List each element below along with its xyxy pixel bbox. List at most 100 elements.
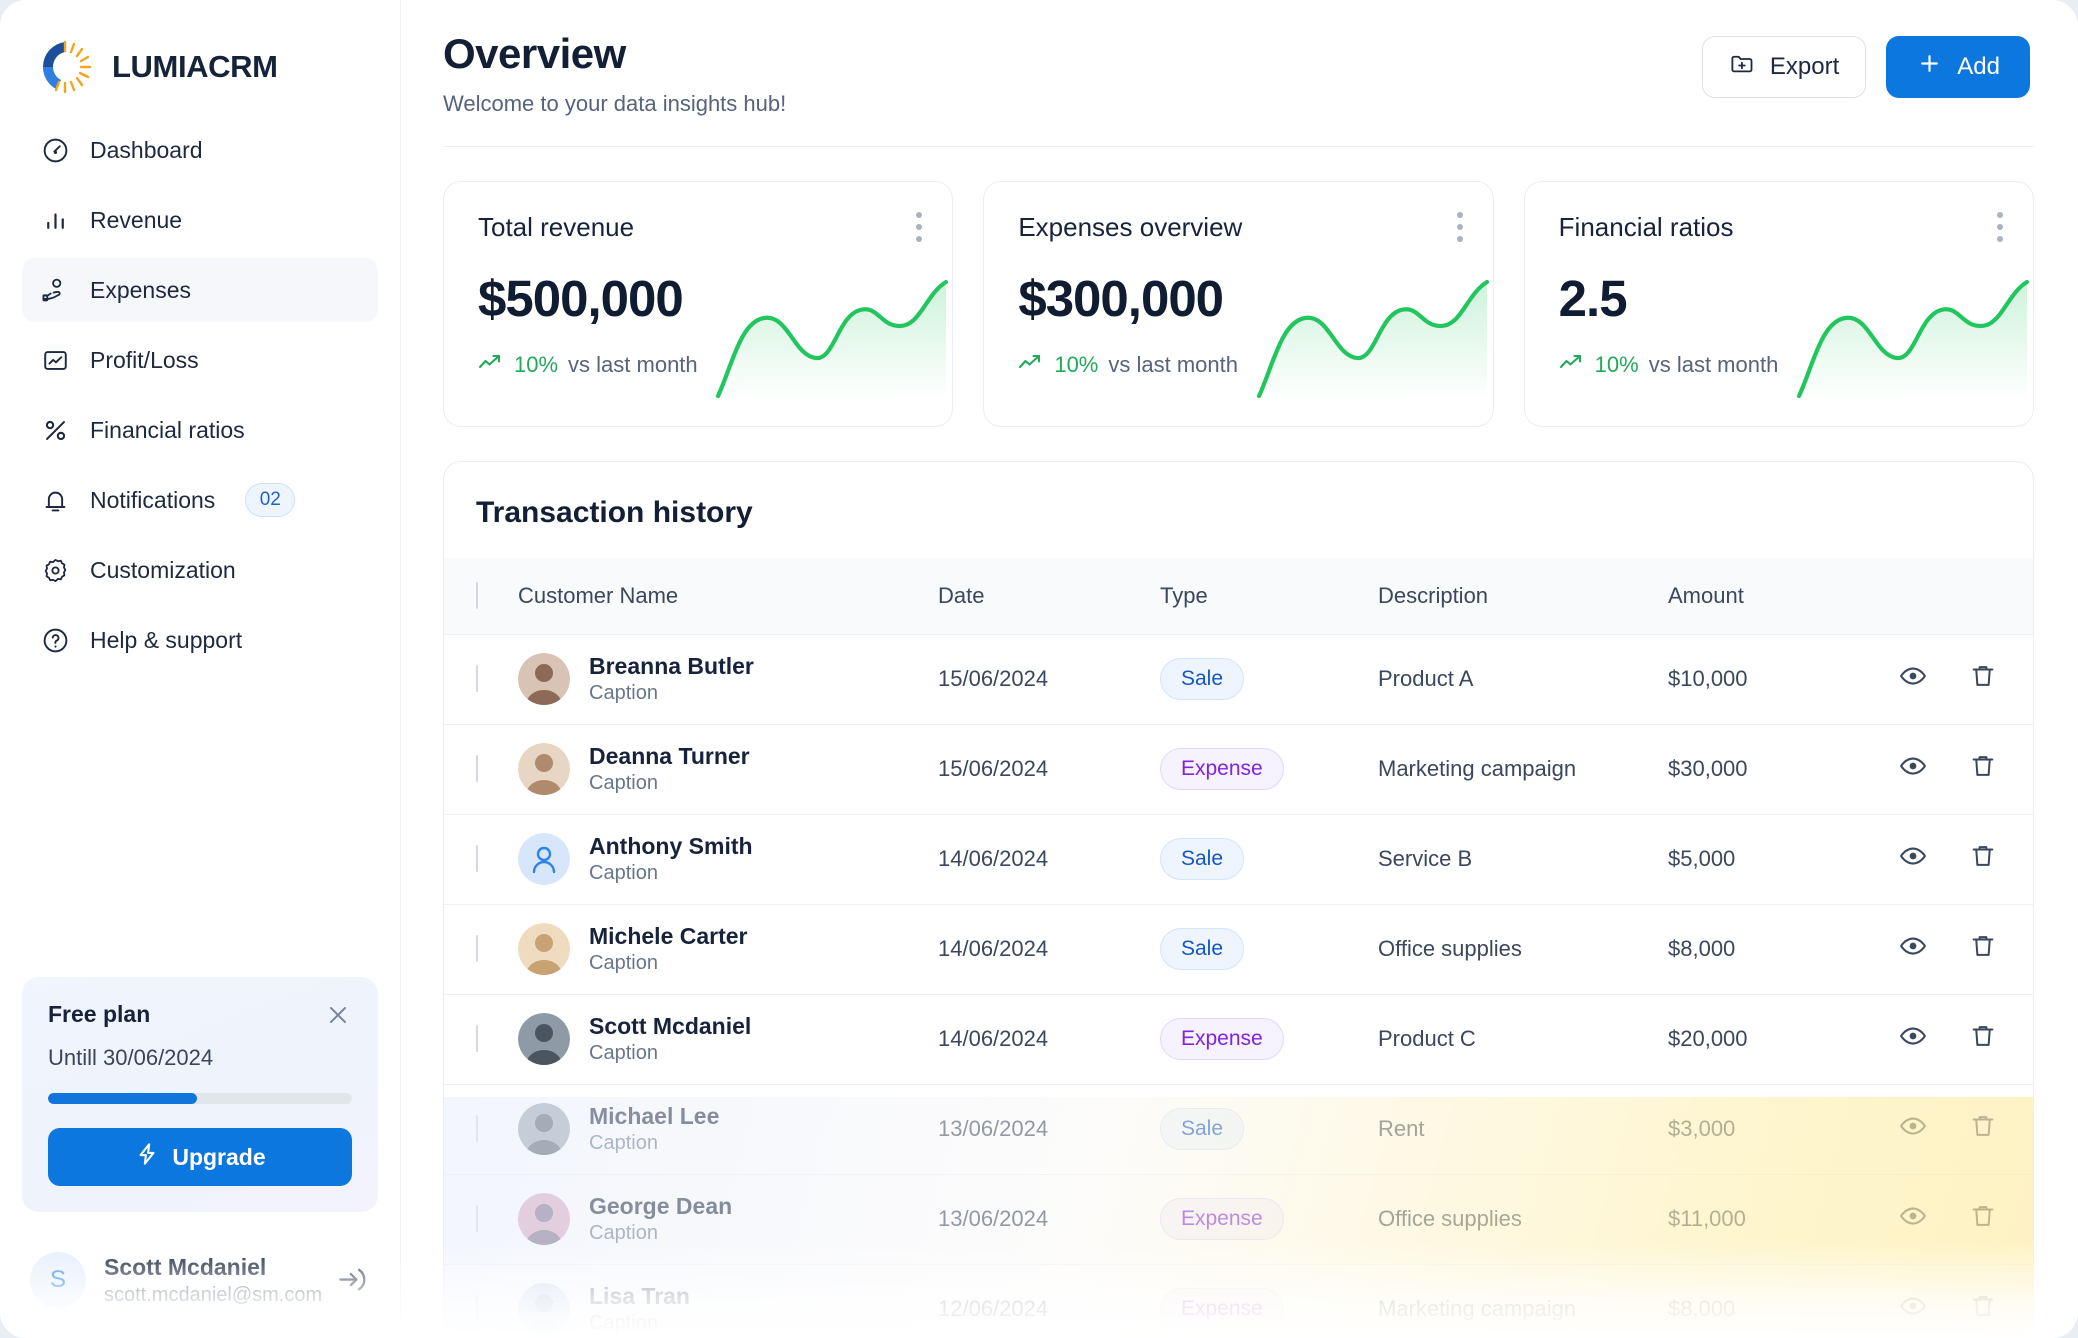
- table-row[interactable]: Michael Lee Caption 13/06/2024 Sale Rent $3,0…: [444, 1084, 2033, 1174]
- customer-cell: Breanna Butler Caption: [518, 634, 938, 724]
- date-cell: 15/06/2024: [938, 756, 1049, 781]
- trash-icon[interactable]: [1968, 751, 1998, 787]
- sidebar-item-customization[interactable]: Customization: [22, 538, 378, 602]
- sidebar-item-dashboard[interactable]: Dashboard: [22, 118, 378, 182]
- eye-icon[interactable]: [1898, 751, 1928, 787]
- stat-card-title: Total revenue: [478, 212, 635, 242]
- row-select-cell: [444, 1264, 518, 1337]
- eye-icon[interactable]: [1898, 841, 1928, 877]
- user-profile[interactable]: S Scott Mcdaniel scott.mcdaniel@sm.com: [22, 1238, 378, 1338]
- actions-cell: [1898, 724, 2033, 814]
- trash-icon[interactable]: [1968, 841, 1998, 877]
- customer-name: Michael Lee: [589, 1103, 720, 1129]
- table-row[interactable]: Lisa Tran Caption 12/06/2024 Expense Marketi…: [444, 1264, 2033, 1337]
- row-select-cell: [444, 724, 518, 814]
- row-checkbox[interactable]: [476, 755, 478, 782]
- table-row[interactable]: George Dean Caption 13/06/2024 Expense Offic…: [444, 1174, 2033, 1264]
- eye-icon[interactable]: [1898, 1291, 1928, 1327]
- stat-card-title: Financial ratios: [1558, 212, 1734, 242]
- stat-card-delta-text: vs last month: [1108, 352, 1238, 377]
- header-actions: Export Add: [1701, 30, 2030, 98]
- sidebar-item-notifications[interactable]: Notifications 02: [22, 468, 378, 532]
- add-label: Add: [1957, 53, 2000, 80]
- sidebar-item-financial-ratios[interactable]: Financial ratios: [22, 398, 378, 462]
- eye-icon[interactable]: [1898, 1111, 1928, 1147]
- date-cell: 14/06/2024: [938, 846, 1049, 871]
- eye-icon[interactable]: [1898, 931, 1928, 967]
- plan-header: Free plan: [48, 1001, 352, 1029]
- select-all-checkbox[interactable]: [476, 581, 478, 609]
- date-cell: 12/06/2024: [938, 1296, 1049, 1322]
- folder-plus-icon: [1729, 50, 1756, 84]
- plan-progress-bar: [48, 1093, 352, 1104]
- plan-title: Free plan: [48, 1001, 151, 1027]
- gear-icon: [40, 555, 70, 585]
- trash-icon[interactable]: [1968, 661, 1998, 697]
- stat-card-delta-value: 10%: [1054, 352, 1099, 377]
- percent-icon: [40, 415, 70, 445]
- avatar: [518, 1013, 570, 1065]
- logout-arrow-icon[interactable]: [335, 1263, 368, 1297]
- panel-title: Transaction history: [476, 496, 753, 529]
- status-badge: Expense: [1160, 1018, 1284, 1060]
- customer-name: Lisa Tran: [589, 1283, 690, 1310]
- sidebar-item-label: Customization: [90, 556, 236, 583]
- customer-name: Scott Mcdaniel: [589, 1013, 752, 1039]
- stat-card-title: Expenses overview: [1018, 212, 1243, 242]
- row-checkbox[interactable]: [476, 1115, 478, 1142]
- actions-cell: [1898, 1264, 2033, 1337]
- stat-cards: Total revenue $500,000 10% vs last month: [401, 147, 2078, 427]
- customer-caption: Caption: [589, 772, 658, 794]
- status-badge: Sale: [1160, 1108, 1245, 1150]
- customer-name: Breanna Butler: [589, 653, 754, 679]
- trash-icon[interactable]: [1968, 1111, 1998, 1147]
- column-header-date[interactable]: Date: [938, 558, 1160, 634]
- row-checkbox[interactable]: [476, 845, 478, 872]
- sidebar-item-profit-loss[interactable]: Profit/Loss: [22, 328, 378, 392]
- more-vertical-icon[interactable]: [1456, 212, 1465, 248]
- trash-icon[interactable]: [1968, 1291, 1998, 1327]
- row-checkbox[interactable]: [476, 1295, 478, 1323]
- table-row[interactable]: Anthony Smith Caption 14/06/2024 Sale Servic…: [444, 814, 2033, 904]
- sidebar-item-expenses[interactable]: Expenses: [22, 258, 378, 322]
- column-header-description[interactable]: Description: [1378, 558, 1668, 634]
- select-all-cell: [444, 558, 518, 634]
- customer-cell: Deanna Turner Caption: [518, 724, 938, 814]
- add-button[interactable]: Add: [1886, 36, 2030, 98]
- date-cell: 14/06/2024: [938, 1026, 1049, 1051]
- sidebar-item-label: Revenue: [90, 206, 183, 233]
- sidebar-item-label: Help & support: [90, 626, 243, 653]
- eye-icon[interactable]: [1898, 1021, 1928, 1057]
- user-meta: Scott Mcdaniel scott.mcdaniel@sm.com: [104, 1254, 322, 1307]
- sidebar-item-revenue[interactable]: Revenue: [22, 188, 378, 252]
- more-vertical-icon[interactable]: [916, 212, 924, 248]
- page-header: Overview Welcome to your data insights h…: [401, 0, 2078, 117]
- customer-caption: Caption: [589, 1312, 658, 1335]
- row-checkbox[interactable]: [476, 665, 478, 692]
- sidebar-nav: Dashboard Revenue Expenses Profit/Loss F…: [0, 104, 400, 678]
- date-cell: 14/06/2024: [938, 936, 1049, 961]
- eye-icon[interactable]: [1898, 1201, 1928, 1237]
- row-checkbox[interactable]: [476, 1025, 478, 1052]
- transactions-table: Customer Name Date Type Description Amou…: [444, 558, 2033, 1337]
- column-header-amount[interactable]: Amount: [1668, 558, 1898, 634]
- type-cell: Sale: [1160, 904, 1378, 994]
- table-row[interactable]: Deanna Turner Caption 15/06/2024 Expense Mar…: [444, 724, 2033, 814]
- upgrade-button[interactable]: Upgrade: [48, 1128, 352, 1186]
- export-button[interactable]: Export: [1701, 36, 1867, 98]
- trash-icon[interactable]: [1968, 931, 1998, 967]
- trash-icon[interactable]: [1968, 1201, 1998, 1237]
- row-select-cell: [444, 634, 518, 724]
- column-header-type[interactable]: Type: [1160, 558, 1378, 634]
- table-row[interactable]: Michele Carter Caption 14/06/2024 Sale Offic…: [444, 904, 2033, 994]
- sidebar-item-help-support[interactable]: Help & support: [22, 608, 378, 672]
- close-icon[interactable]: [324, 1001, 352, 1029]
- eye-icon[interactable]: [1898, 661, 1928, 697]
- trash-icon[interactable]: [1968, 1021, 1998, 1057]
- row-checkbox[interactable]: [476, 1205, 478, 1232]
- more-vertical-icon[interactable]: [1996, 212, 2005, 248]
- row-checkbox[interactable]: [476, 935, 478, 962]
- table-row[interactable]: Breanna Butler Caption 15/06/2024 Sale Produ…: [444, 634, 2033, 724]
- column-header-customer-name[interactable]: Customer Name: [518, 558, 938, 634]
- table-row[interactable]: Scott Mcdaniel Caption 14/06/2024 Expense Pr…: [444, 994, 2033, 1084]
